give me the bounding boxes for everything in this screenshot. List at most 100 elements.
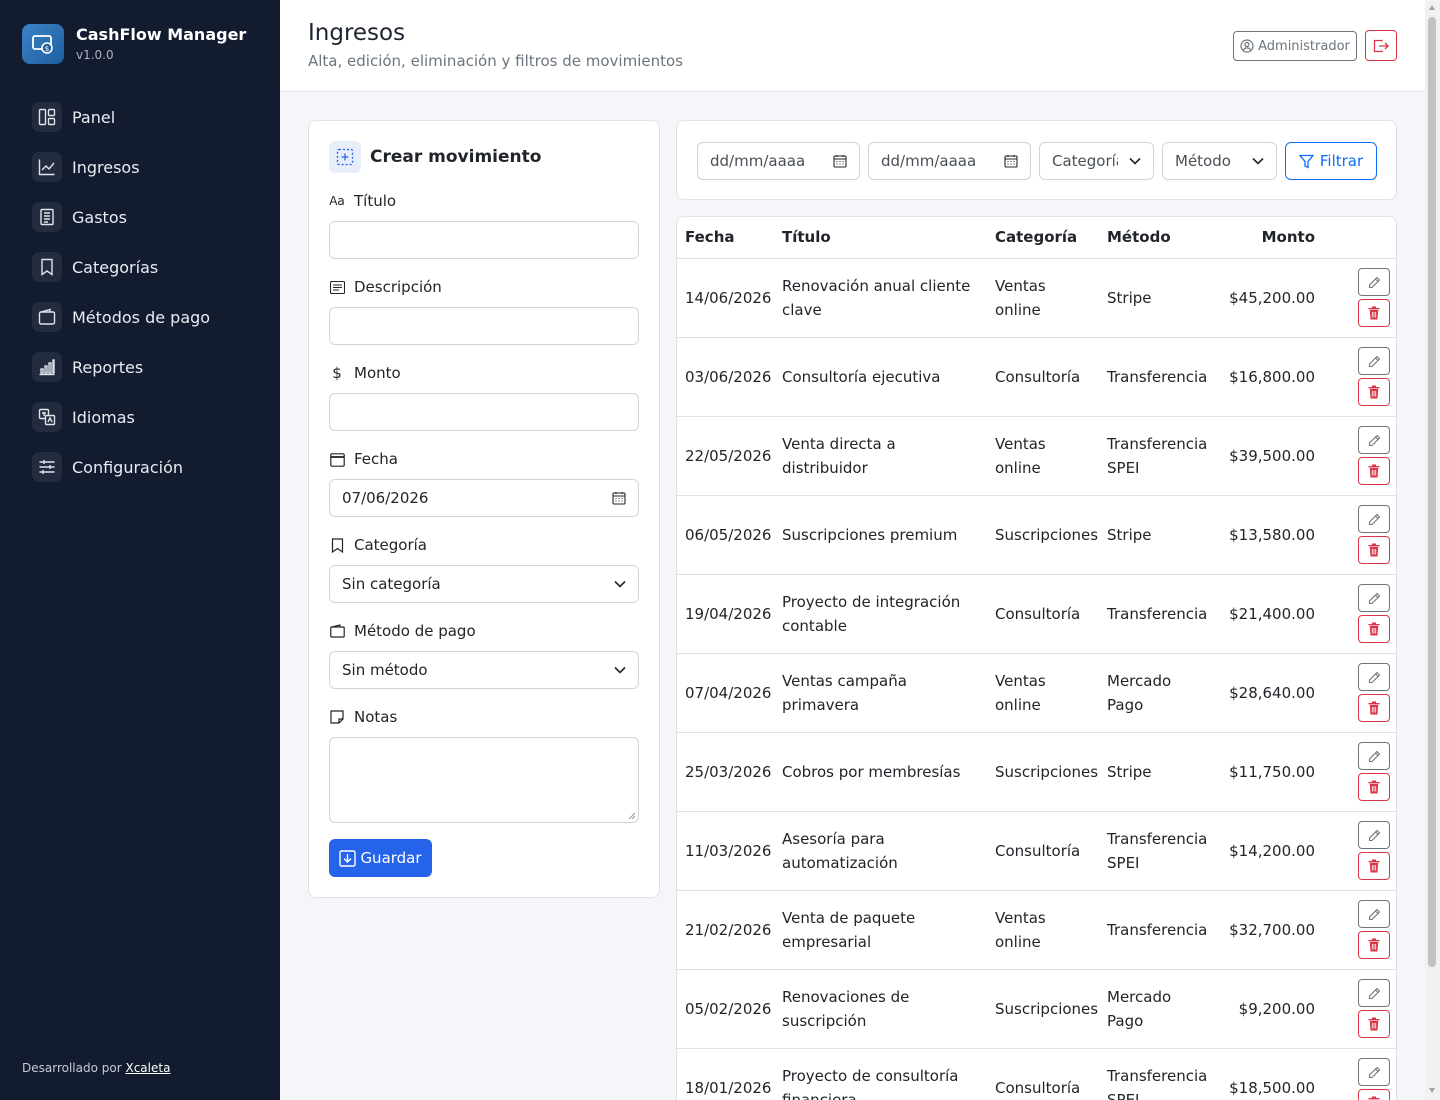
edit-button[interactable]: [1358, 821, 1390, 849]
description-input[interactable]: [329, 307, 639, 345]
cell-actions: [1329, 653, 1396, 733]
cell-actions: [1329, 811, 1396, 891]
date-to-input[interactable]: dd/mm/aaaa: [868, 142, 1031, 180]
cell-method: Transferencia SPEI: [1099, 811, 1209, 891]
trash-icon: [1368, 385, 1380, 399]
edit-button[interactable]: [1358, 900, 1390, 928]
cell-method: Transferencia SPEI: [1099, 1048, 1209, 1100]
column-header-title[interactable]: Título: [774, 217, 987, 259]
trash-icon: [1368, 543, 1380, 557]
sidebar-item-ingresos[interactable]: Ingresos: [32, 152, 262, 182]
method-label: Método de pago: [329, 622, 476, 640]
delete-button[interactable]: [1358, 299, 1390, 327]
cell-amount: $21,400.00: [1209, 574, 1329, 654]
edit-button[interactable]: [1358, 347, 1390, 375]
svg-text:$: $: [45, 45, 49, 53]
cell-actions: [1329, 969, 1396, 1049]
delete-button[interactable]: [1358, 852, 1390, 880]
table-row: 11/03/2026 Asesoría para automatización Co…: [677, 811, 1396, 891]
scroll-up-icon[interactable]: [1429, 5, 1435, 10]
sidebar-item-gastos[interactable]: Gastos: [32, 202, 262, 232]
trash-icon: [1368, 1017, 1380, 1031]
method-filter-select[interactable]: Método: [1162, 142, 1277, 180]
resize-grip-icon[interactable]: [628, 812, 636, 820]
create-movement-card: Crear movimiento Aa Título Descripción $…: [308, 120, 660, 898]
table-row: 07/04/2026 Ventas campaña primavera Ventas…: [677, 653, 1396, 733]
delete-button[interactable]: [1358, 378, 1390, 406]
sidebar-item-idiomas[interactable]: Idiomas: [32, 402, 262, 432]
column-header-method[interactable]: Método: [1099, 217, 1209, 259]
calendar-icon[interactable]: [1004, 154, 1018, 168]
edit-button[interactable]: [1358, 663, 1390, 691]
cell-method: Transferencia: [1099, 337, 1209, 417]
cell-date: 18/01/2026: [677, 1048, 774, 1100]
filter-button[interactable]: Filtrar: [1285, 142, 1377, 180]
method-select[interactable]: Sin método: [329, 651, 639, 689]
edit-button[interactable]: [1358, 268, 1390, 296]
calendar-icon[interactable]: [833, 154, 847, 168]
amount-input[interactable]: [329, 393, 639, 431]
cell-actions: [1329, 1048, 1396, 1100]
delete-button[interactable]: [1358, 615, 1390, 643]
trash-icon: [1368, 938, 1380, 952]
column-header-date[interactable]: Fecha: [677, 217, 774, 259]
form-title: Crear movimiento: [370, 147, 542, 167]
title-input[interactable]: [329, 221, 639, 259]
delete-button[interactable]: [1358, 694, 1390, 722]
save-button[interactable]: Guardar: [329, 839, 432, 877]
cell-category: Consultoría: [987, 1048, 1099, 1100]
category-filter-select[interactable]: Categoría: [1039, 142, 1154, 180]
edit-button[interactable]: [1358, 742, 1390, 770]
app-name: CashFlow Manager: [76, 25, 247, 44]
cell-date: 06/05/2026: [677, 495, 774, 575]
edit-button[interactable]: [1358, 426, 1390, 454]
table-row: 03/06/2026 Consultoría ejecutiva Consultor…: [677, 337, 1396, 417]
sidebar-item-categorias[interactable]: Categorías: [32, 252, 262, 282]
cell-amount: $39,500.00: [1209, 416, 1329, 496]
sidebar-item-reportes[interactable]: Reportes: [32, 352, 262, 382]
edit-button[interactable]: [1358, 979, 1390, 1007]
column-header-category[interactable]: Categoría: [987, 217, 1099, 259]
brand[interactable]: $ CashFlow Manager v1.0.0: [22, 24, 246, 64]
delete-button[interactable]: [1358, 1089, 1390, 1100]
sidebar-item-metodos[interactable]: Métodos de pago: [32, 302, 262, 332]
cell-title: Suscripciones premium: [774, 495, 987, 575]
column-header-amount[interactable]: Monto: [1209, 217, 1329, 259]
user-button[interactable]: Administrador: [1233, 31, 1357, 61]
trend-up-icon: [32, 152, 62, 182]
delete-button[interactable]: [1358, 931, 1390, 959]
delete-button[interactable]: [1358, 1010, 1390, 1038]
sidebar-item-configuracion[interactable]: Configuración: [32, 452, 262, 482]
footer-link[interactable]: Xcaleta: [125, 1061, 170, 1075]
trash-icon: [1368, 464, 1380, 478]
date-input[interactable]: 07/06/2026: [329, 479, 639, 517]
cell-method: Stripe: [1099, 258, 1209, 338]
category-select[interactable]: Sin categoría: [329, 565, 639, 603]
calendar-icon[interactable]: [612, 491, 626, 505]
save-label: Guardar: [360, 849, 422, 867]
page-scrollbar[interactable]: [1425, 0, 1440, 1100]
date-label: Fecha: [329, 450, 398, 468]
table-row: 05/02/2026 Renovaciones de suscripción Sus…: [677, 969, 1396, 1049]
notes-textarea[interactable]: [329, 737, 639, 823]
sidebar-item-panel[interactable]: Panel: [32, 102, 262, 132]
cell-category: Suscripciones: [987, 732, 1099, 812]
edit-button[interactable]: [1358, 505, 1390, 533]
scroll-down-icon[interactable]: [1429, 1088, 1435, 1093]
cell-date: 03/06/2026: [677, 337, 774, 417]
delete-button[interactable]: [1358, 536, 1390, 564]
pencil-icon: [1368, 671, 1381, 684]
cell-method: Transferencia: [1099, 890, 1209, 970]
cell-category: Ventas online: [987, 416, 1099, 496]
delete-button[interactable]: [1358, 773, 1390, 801]
edit-button[interactable]: [1358, 1058, 1390, 1086]
scrollbar-thumb[interactable]: [1428, 17, 1436, 967]
logout-button[interactable]: [1365, 30, 1397, 61]
edit-button[interactable]: [1358, 584, 1390, 612]
delete-button[interactable]: [1358, 457, 1390, 485]
cell-amount: $13,580.00: [1209, 495, 1329, 575]
dollar-icon: $: [332, 364, 342, 382]
date-from-input[interactable]: dd/mm/aaaa: [697, 142, 860, 180]
table-row: 19/04/2026 Proyecto de integración contab…: [677, 574, 1396, 654]
cell-date: 25/03/2026: [677, 732, 774, 812]
